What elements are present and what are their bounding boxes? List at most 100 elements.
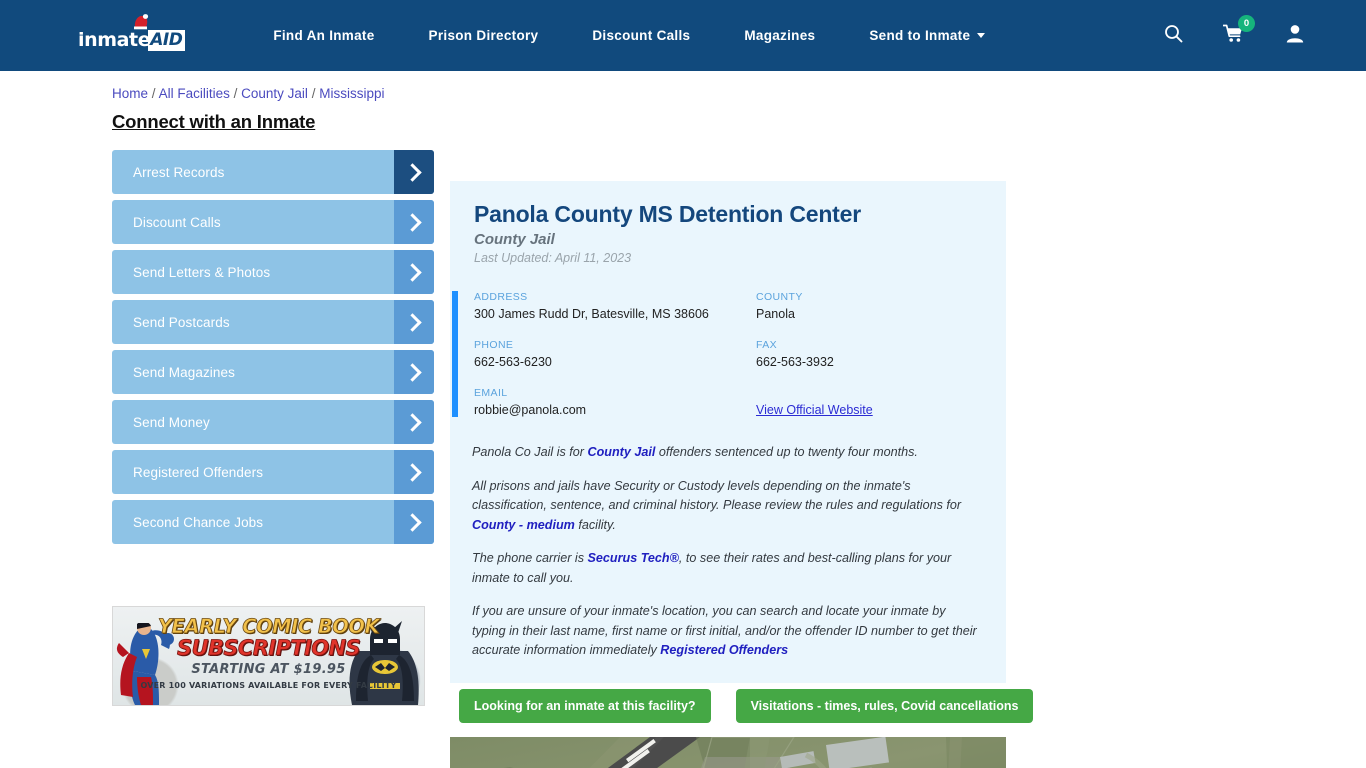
breadcrumb-separator: / [233, 86, 238, 101]
page-title: Panola County MS Detention Center [474, 201, 861, 227]
site-logo[interactable]: inmate AID [78, 13, 186, 51]
sidebar-item-label: Second Chance Jobs [133, 514, 264, 530]
sidebar-item-send-letters-photos[interactable]: Send Letters & Photos [112, 250, 434, 294]
nav-label: Find An Inmate [273, 28, 375, 43]
p2-text-b: facility. [574, 517, 616, 532]
chevron-right-icon [394, 300, 434, 344]
nav-label: Prison Directory [428, 28, 539, 43]
details-accent-bar [452, 291, 458, 417]
address-value: 300 James Rudd Dr, Batesville, MS 38606 [474, 307, 709, 321]
ad-headline-2: SUBSCRIPTIONS [177, 636, 361, 661]
facility-info-card: Panola County MS Detention Center County… [450, 181, 1006, 683]
chevron-right-icon [394, 200, 434, 244]
find-inmate-button[interactable]: Looking for an inmate at this facility? [459, 689, 711, 723]
sidebar-item-second-chance-jobs[interactable]: Second Chance Jobs [112, 500, 434, 544]
breadcrumb-separator: / [311, 86, 316, 101]
nav-label: Magazines [744, 28, 816, 43]
county-field: COUNTY Panola [756, 291, 1006, 321]
sidebar-item-discount-calls[interactable]: Discount Calls [112, 200, 434, 244]
facility-details: ADDRESS 300 James Rudd Dr, Batesville, M… [450, 291, 1006, 417]
county-medium-link[interactable]: County - medium [472, 518, 575, 532]
main-navigation: Find An Inmate Prison Directory Discount… [273, 28, 986, 43]
chevron-right-icon [394, 350, 434, 394]
nav-label: Discount Calls [592, 28, 691, 43]
main-content: Panola County MS Detention Center County… [450, 181, 1034, 768]
view-official-website-link[interactable]: View Official Website [756, 403, 873, 417]
cart-count-badge: 0 [1238, 14, 1255, 32]
description-paragraph-4: If you are unsure of your inmate's locat… [472, 602, 982, 661]
breadcrumb: Home / All Facilities / County Jail / Mi… [112, 86, 384, 101]
chevron-down-icon [977, 33, 986, 38]
phone-field: PHONE 662-563-6230 [474, 339, 756, 369]
nav-item-magazines[interactable]: Magazines [744, 28, 815, 43]
chevron-right-icon [394, 500, 434, 544]
details-column-left: ADDRESS 300 James Rudd Dr, Batesville, M… [474, 291, 756, 417]
facility-description: Panola Co Jail is for County Jail offend… [472, 443, 982, 661]
sidebar-item-arrest-records[interactable]: Arrest Records [112, 150, 434, 194]
chevron-right-icon [394, 150, 434, 194]
securus-tech-link[interactable]: Securus Tech® [588, 551, 679, 565]
ad-price-text: STARTING AT $19.95 [191, 662, 346, 677]
nav-item-prison-directory[interactable]: Prison Directory [429, 28, 539, 43]
website-field: View Official Website [756, 387, 1006, 417]
chevron-right-icon [394, 400, 434, 444]
p2-text-a: All prisons and jails have Security or C… [472, 478, 962, 513]
satellite-map-image[interactable] [450, 737, 1006, 768]
nav-item-send-to-inmate[interactable]: Send to Inmate [869, 28, 986, 43]
sidebar-item-label: Send Postcards [133, 314, 230, 330]
email-value: robbie@panola.com [474, 403, 587, 417]
description-paragraph-2: All prisons and jails have Security or C… [472, 477, 982, 536]
search-icon[interactable] [1164, 24, 1183, 48]
cart-icon[interactable]: 0 [1222, 14, 1255, 48]
breadcrumb-item-home[interactable]: Home [112, 86, 148, 101]
sidebar-item-label: Arrest Records [133, 164, 225, 180]
nav-label: Send to Inmate [869, 28, 971, 43]
phone-label: PHONE [474, 339, 514, 351]
sidebar-item-label: Send Money [133, 414, 210, 430]
website-spacer [756, 387, 1006, 399]
description-paragraph-1: Panola Co Jail is for County Jail offend… [472, 443, 982, 463]
sidebar-item-label: Discount Calls [133, 214, 221, 230]
visitations-button[interactable]: Visitations - times, rules, Covid cancel… [735, 689, 1034, 723]
county-value: Panola [756, 307, 795, 321]
registered-offenders-link[interactable]: Registered Offenders [660, 643, 788, 657]
nav-item-find-an-inmate[interactable]: Find An Inmate [273, 28, 374, 43]
facility-type: County Jail [474, 231, 555, 248]
sidebar-item-send-postcards[interactable]: Send Postcards [112, 300, 434, 344]
p1-text-a: Panola Co Jail is for [472, 445, 588, 459]
phone-value: 662-563-6230 [474, 355, 552, 369]
cta-button-row: Looking for an inmate at this facility? … [450, 689, 1034, 723]
fax-field: FAX 662-563-3932 [756, 339, 1006, 369]
sidebar-item-label: Send Magazines [133, 364, 235, 380]
ad-headline-1: YEARLY COMIC BOOK [157, 615, 380, 639]
breadcrumb-item-mississippi[interactable]: Mississippi [319, 86, 384, 101]
breadcrumb-item-county-jail[interactable]: County Jail [241, 86, 308, 101]
description-paragraph-3: The phone carrier is Securus Tech®, to s… [472, 549, 982, 588]
fax-value: 662-563-3932 [756, 355, 834, 369]
header-icon-group: 0 [1164, 0, 1304, 71]
sidebar-item-send-magazines[interactable]: Send Magazines [112, 350, 434, 394]
sidebar-title: Connect with an Inmate [112, 111, 316, 132]
p3-text-a: The phone carrier is [472, 551, 588, 565]
fax-label: FAX [756, 339, 778, 351]
sidebar-item-label: Send Letters & Photos [133, 264, 271, 280]
county-jail-link[interactable]: County Jail [588, 445, 656, 459]
sidebar-item-registered-offenders[interactable]: Registered Offenders [112, 450, 434, 494]
breadcrumb-item-all-facilities[interactable]: All Facilities [159, 86, 230, 101]
last-updated-text: Last Updated: April 11, 2023 [474, 251, 632, 265]
user-account-icon[interactable] [1286, 24, 1304, 48]
nav-item-discount-calls[interactable]: Discount Calls [592, 28, 690, 43]
logo-aid-box: AID [148, 29, 186, 51]
ad-subtext: OVER 100 VARIATIONS AVAILABLE FOR EVERY … [140, 681, 397, 690]
details-column-right: COUNTY Panola FAX 662-563-3932 View Offi… [756, 291, 1006, 417]
comic-book-ad-banner[interactable]: YEARLY COMIC BOOK SUBSCRIPTIONS STARTING… [112, 606, 425, 706]
chevron-right-icon [394, 250, 434, 294]
sidebar-item-send-money[interactable]: Send Money [112, 400, 434, 444]
logo-word: inmate [78, 28, 151, 51]
breadcrumb-separator: / [151, 86, 156, 101]
site-header: inmate AID Find An Inmate Prison Directo… [0, 0, 1366, 71]
p1-text-b: offenders sentenced up to twenty four mo… [655, 445, 918, 459]
email-field: EMAIL robbie@panola.com [474, 387, 756, 417]
sidebar-item-label: Registered Offenders [133, 464, 264, 480]
county-label: COUNTY [756, 291, 803, 303]
